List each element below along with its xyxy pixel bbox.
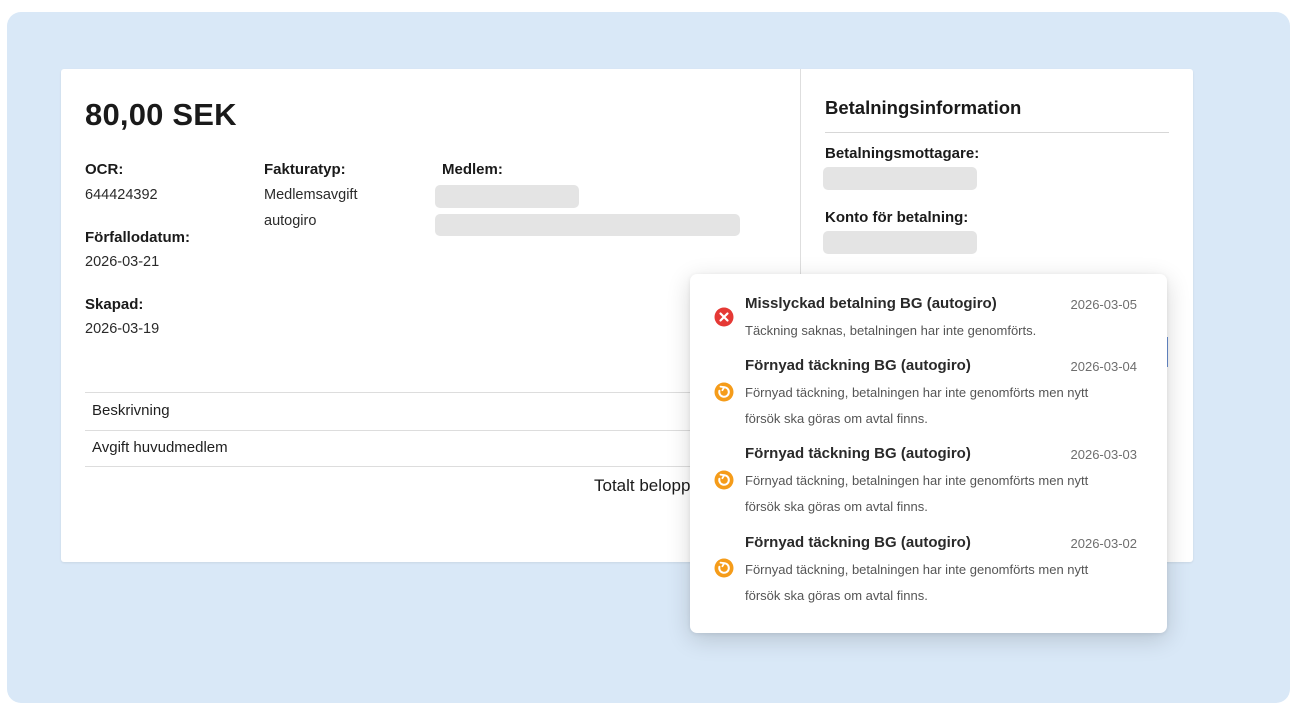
event-description: Förnyad täckning, betalningen har inte g…: [745, 385, 1089, 426]
member-label: Medlem:: [442, 161, 503, 178]
payment-info-title: Betalningsinformation: [825, 97, 1022, 118]
event-date: 2026-03-03: [1070, 447, 1138, 462]
event-title: Förnyad täckning BG (autogiro): [745, 445, 971, 462]
payment-recipient-placeholder: [823, 167, 977, 190]
error-icon: [714, 307, 734, 327]
payment-info-divider: [825, 132, 1169, 133]
created-label: Skapad:: [85, 296, 144, 313]
retry-icon: [714, 382, 734, 402]
payment-recipient-label: Betalningsmottagare:: [825, 145, 980, 162]
table-row: Avgift huvudmedlem: [92, 439, 228, 456]
payment-account-label: Konto för betalning:: [825, 209, 969, 226]
created-value: 2026-03-19: [85, 321, 160, 337]
member-name-placeholder: [435, 185, 579, 208]
ocr-label: OCR:: [85, 161, 124, 178]
invoice-type-value: Medlemsavgift: [264, 187, 358, 203]
member-address-placeholder: [435, 214, 740, 236]
event-date: 2026-03-05: [1070, 297, 1138, 312]
ocr-value: 644424392: [85, 187, 158, 203]
event-title: Förnyad täckning BG (autogiro): [745, 534, 971, 551]
total-amount-label: Totalt belopp: [594, 476, 691, 495]
invoice-type-method: autogiro: [264, 213, 317, 229]
event-title: Misslyckad betalning BG (autogiro): [745, 295, 997, 312]
invoice-type-label: Fakturatyp:: [264, 161, 346, 178]
event-date: 2026-03-04: [1070, 359, 1138, 374]
due-date-value: 2026-03-21: [85, 254, 160, 270]
event-description: Förnyad täckning, betalningen har inte g…: [745, 473, 1089, 514]
payment-events-popup: Misslyckad betalning BG (autogiro) 2026-…: [690, 274, 1167, 633]
event-title: Förnyad täckning BG (autogiro): [745, 357, 971, 374]
event-date: 2026-03-02: [1070, 536, 1138, 551]
retry-icon: [714, 470, 734, 490]
invoice-amount: 80,00 SEK: [85, 97, 237, 132]
event-description: Täckning saknas, betalningen har inte ge…: [745, 323, 1037, 338]
payment-account-placeholder: [823, 231, 977, 254]
retry-icon: [714, 558, 734, 578]
due-date-label: Förfallodatum:: [85, 229, 190, 246]
event-description: Förnyad täckning, betalningen har inte g…: [745, 562, 1089, 603]
table-header-description: Beskrivning: [92, 402, 170, 419]
